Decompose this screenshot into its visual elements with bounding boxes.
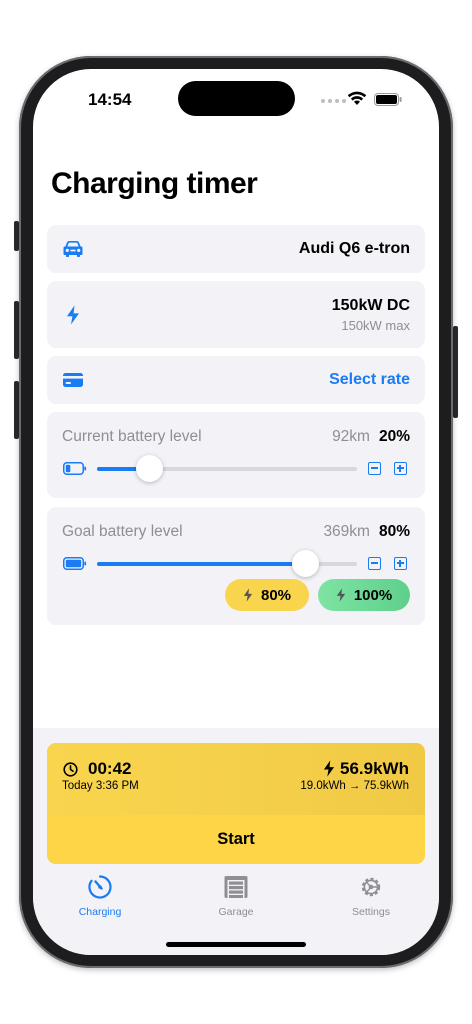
- lightning-icon: [67, 305, 79, 325]
- tab-bar: Charging Garage Settings: [33, 874, 439, 934]
- tab-settings[interactable]: Settings: [321, 874, 421, 918]
- status-bar: 14:54: [33, 69, 439, 129]
- goal-battery-slider-fill: [97, 562, 305, 566]
- vehicle-name: Audi Q6 e-tron: [298, 240, 410, 257]
- goal-battery-slider-thumb[interactable]: [292, 550, 319, 577]
- tab-settings-label: Settings: [352, 906, 390, 918]
- goal-battery-range: 369km: [323, 523, 370, 540]
- goal-battery-slider[interactable]: [97, 550, 357, 577]
- charging-timer-card: 00:42 Today 3:36 PM 56.9kWh 19.0kWh → 75…: [47, 743, 425, 864]
- bolt-icon: [323, 760, 335, 777]
- car-icon: [63, 241, 83, 257]
- status-battery-icon: [374, 93, 402, 106]
- start-button[interactable]: Start: [47, 815, 425, 864]
- charger-power: 150kW DC: [331, 297, 410, 314]
- home-indicator: [166, 942, 306, 947]
- tab-garage[interactable]: Garage: [186, 874, 286, 918]
- goal-battery-decrement-button[interactable]: [368, 557, 381, 570]
- timer-end-time: Today 3:36 PM: [62, 780, 139, 792]
- tab-garage-label: Garage: [218, 906, 254, 918]
- vehicle-row[interactable]: Audi Q6 e-tron: [47, 225, 425, 273]
- tab-charging-label: Charging: [78, 906, 122, 918]
- goal-battery-label: Goal battery level: [62, 523, 183, 540]
- preset-80-button[interactable]: 80%: [225, 579, 309, 611]
- garage-icon: [224, 876, 248, 898]
- credit-card-icon: [63, 373, 83, 387]
- timer-summary: 00:42 Today 3:36 PM 56.9kWh 19.0kWh → 75…: [47, 743, 425, 815]
- charger-max: 150kW max: [341, 318, 410, 333]
- current-battery-slider-thumb[interactable]: [136, 455, 163, 482]
- battery-low-icon: [63, 462, 87, 475]
- current-battery-decrement-button[interactable]: [368, 462, 381, 475]
- status-time: 14:54: [88, 90, 132, 109]
- current-battery-slider[interactable]: [97, 455, 357, 482]
- goal-battery-percent: 80%: [378, 523, 410, 540]
- goal-battery-values: 369km 80%: [323, 523, 410, 541]
- timer-energy: 56.9kWh: [340, 759, 409, 778]
- current-battery-label: Current battery level: [62, 428, 202, 445]
- goal-battery-increment-button[interactable]: [394, 557, 407, 570]
- preset-100-label: 100%: [353, 586, 393, 604]
- current-battery-values: 92km 20%: [332, 428, 410, 446]
- charger-row[interactable]: 150kW DC 150kW max: [47, 281, 425, 348]
- goal-battery-card: Goal battery level 369km 80% 80% 100%: [47, 507, 425, 625]
- current-battery-range: 92km: [332, 428, 370, 445]
- bolt-icon: [336, 588, 346, 602]
- tab-charging[interactable]: Charging: [50, 874, 150, 918]
- dynamic-island: [178, 81, 295, 116]
- charging-gauge-icon: [88, 875, 112, 899]
- timer-icon: [63, 762, 78, 777]
- timer-energy-range: 19.0kWh → 75.9kWh: [300, 780, 409, 792]
- power-button: [453, 326, 458, 418]
- current-battery-increment-button[interactable]: [394, 462, 407, 475]
- preset-80-label: 80%: [260, 586, 292, 604]
- current-battery-card: Current battery level 92km 20%: [47, 412, 425, 498]
- timer-duration: 00:42: [88, 759, 132, 778]
- rate-row[interactable]: Select rate: [47, 356, 425, 404]
- wifi-icon: [347, 91, 367, 105]
- signal-dots-icon: [321, 99, 346, 103]
- charger-info: 150kW DC 150kW max: [332, 297, 410, 333]
- select-rate-link[interactable]: Select rate: [329, 371, 410, 389]
- battery-full-icon: [63, 557, 87, 570]
- current-battery-percent: 20%: [378, 428, 410, 445]
- bolt-icon: [243, 588, 253, 602]
- page-title: Charging timer: [51, 167, 258, 200]
- preset-100-button[interactable]: 100%: [318, 579, 410, 611]
- app-screen: 14:54 Charging timer Audi Q6 e-tron 150k…: [33, 69, 439, 955]
- gear-icon: [361, 877, 381, 897]
